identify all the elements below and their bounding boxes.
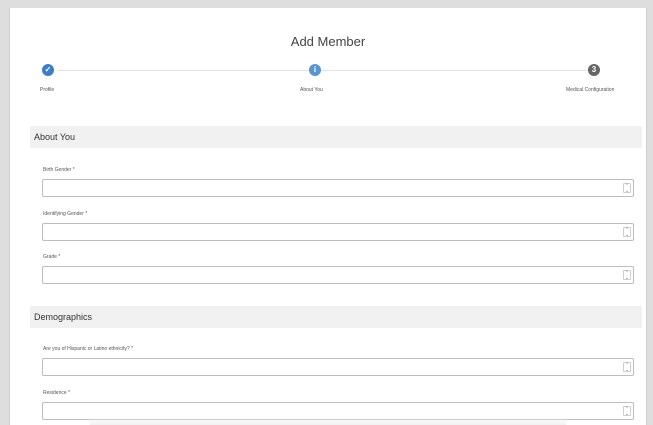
chevron-updown-icon: ⌃ ⌄ bbox=[623, 270, 631, 281]
dialog-title: Add Member bbox=[290, 34, 366, 49]
step-profile-label: Profile bbox=[40, 87, 55, 93]
step-medical-label: Medical Configuration bbox=[566, 87, 615, 93]
scroll-fade bbox=[90, 417, 566, 425]
hispanic-ethnicity-select[interactable]: ⌃ ⌄ bbox=[42, 358, 634, 376]
chevron-updown-icon: ⌃ ⌄ bbox=[623, 406, 631, 417]
grade-select[interactable]: ⌃ ⌄ bbox=[42, 266, 634, 284]
identifying-gender-label: Identifying Gender * bbox=[43, 211, 88, 217]
birth-gender-label: Birth Gender * bbox=[43, 167, 75, 173]
chevron-updown-icon: ⌃ ⌄ bbox=[623, 183, 631, 194]
residence-label: Residence * bbox=[43, 390, 70, 396]
about-you-section-header: About You bbox=[30, 126, 642, 148]
add-member-dialog: Add Member ✓ Profile i About You 3 Medic… bbox=[9, 8, 647, 425]
identifying-gender-select[interactable]: ⌃ ⌄ bbox=[42, 223, 634, 241]
step-profile-check-icon[interactable]: ✓ bbox=[42, 64, 54, 76]
hispanic-ethnicity-label: Are you of Hispanic or Latino ethnicity?… bbox=[43, 346, 134, 352]
step-medical-number-icon[interactable]: 3 bbox=[588, 64, 600, 76]
app-frame: Add Member ✓ Profile i About You 3 Medic… bbox=[0, 0, 653, 425]
chevron-updown-icon: ⌃ ⌄ bbox=[623, 227, 631, 238]
chevron-updown-icon: ⌃ ⌄ bbox=[623, 362, 631, 373]
step-about-label: About You bbox=[300, 87, 323, 93]
grade-label: Grade * bbox=[43, 254, 61, 260]
birth-gender-select[interactable]: ⌃ ⌄ bbox=[42, 179, 634, 197]
demographics-section-header: Demographics bbox=[30, 306, 642, 328]
stepper-track bbox=[58, 70, 596, 71]
step-about-info-icon[interactable]: i bbox=[309, 64, 321, 76]
